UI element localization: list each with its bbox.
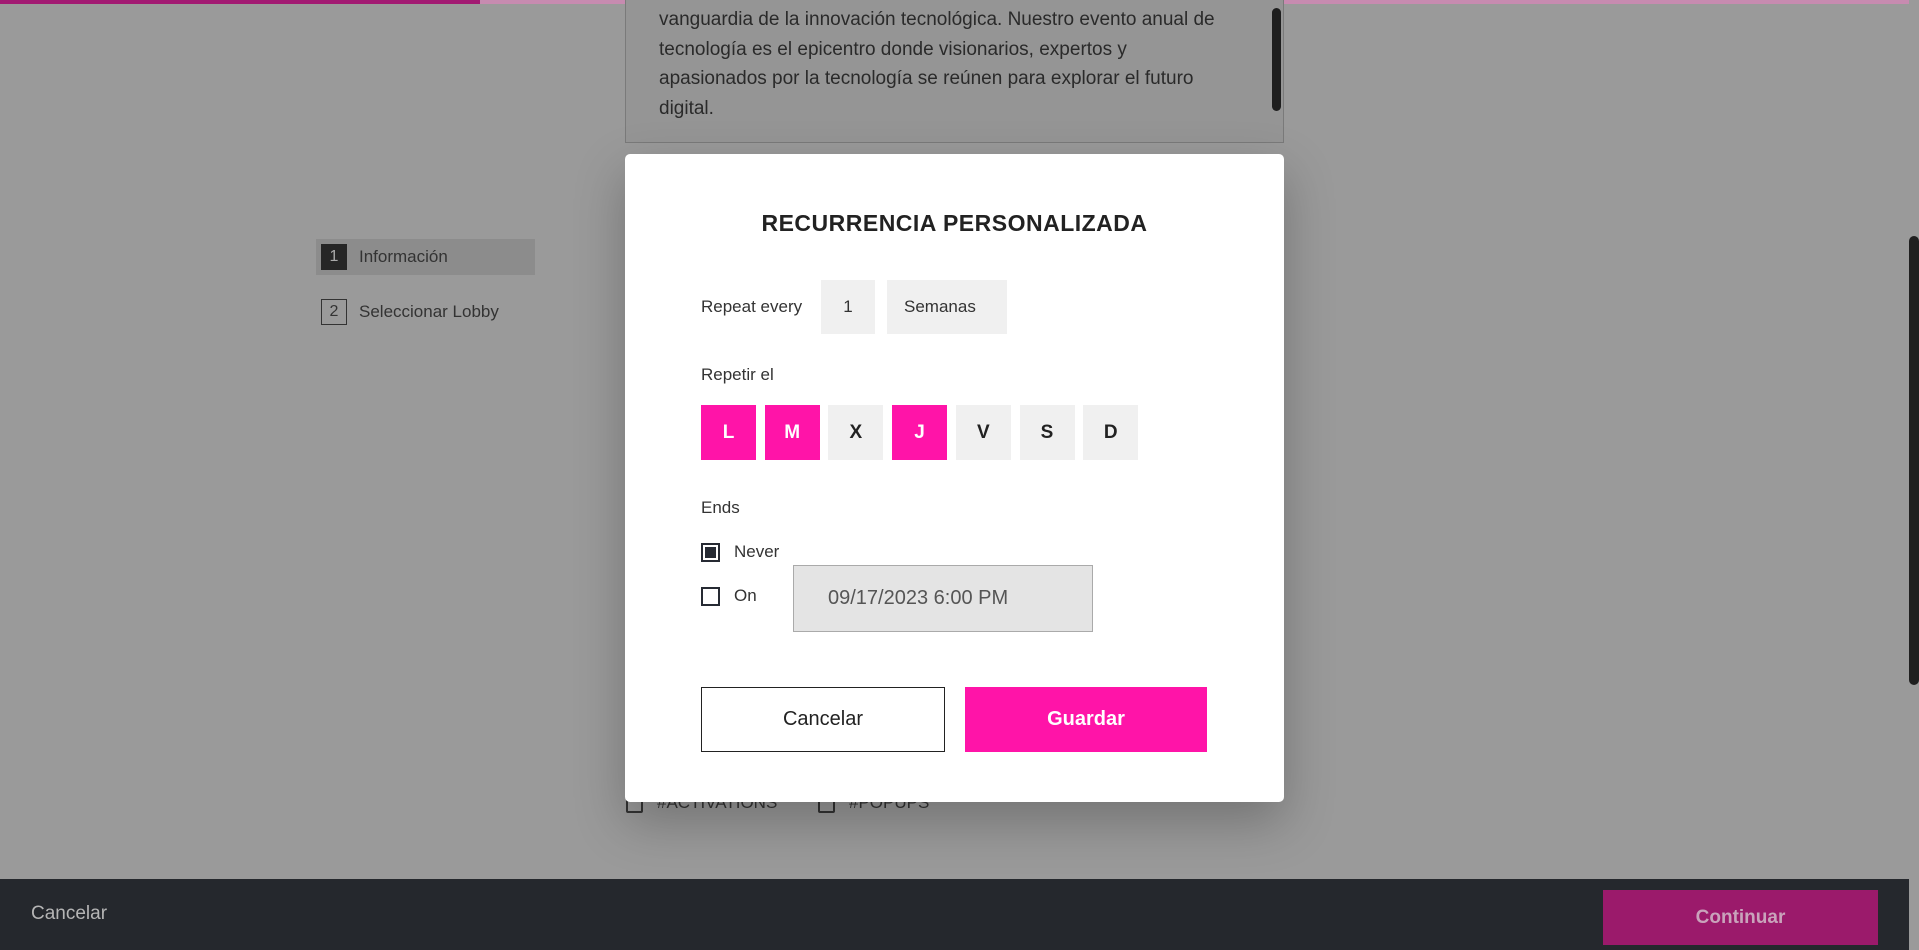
scrollbar-thumb[interactable]: [1909, 236, 1919, 685]
on-label: On: [734, 586, 757, 605]
day-button-j[interactable]: J: [892, 405, 948, 460]
step-seleccionar-lobby[interactable]: 2 Seleccionar Lobby: [316, 294, 535, 330]
step-number: 1: [321, 244, 347, 270]
repeat-on-label: Repetir el: [701, 365, 774, 384]
day-button-l[interactable]: L: [701, 405, 756, 460]
continue-button[interactable]: Continuar: [1603, 890, 1878, 945]
step-label: Información: [359, 247, 448, 266]
save-button[interactable]: Guardar: [965, 687, 1207, 752]
footer-bar: Cancelar Continuar: [0, 879, 1909, 950]
step-informacion[interactable]: 1 Información: [316, 239, 535, 275]
custom-recurrence-modal: RECURRENCIA PERSONALIZADA Repeat every 1…: [625, 154, 1284, 802]
step-label: Seleccionar Lobby: [359, 302, 499, 321]
description-textarea[interactable]: vanguardia de la innovación tecnológica.…: [625, 0, 1284, 143]
day-button-d[interactable]: D: [1083, 405, 1139, 460]
modal-title: RECURRENCIA PERSONALIZADA: [761, 210, 1148, 236]
cancel-button[interactable]: Cancelar: [701, 687, 945, 752]
end-date-input[interactable]: 09/17/2023 6:00 PM: [793, 565, 1093, 632]
repeat-unit-select[interactable]: Semanas: [887, 280, 1007, 334]
description-text: vanguardia de la innovación tecnológica.…: [659, 9, 1215, 119]
repeat-every-label: Repeat every: [701, 297, 803, 316]
day-button-m[interactable]: M: [764, 405, 820, 460]
day-button-v[interactable]: V: [955, 405, 1011, 460]
never-checkbox[interactable]: [701, 543, 720, 562]
never-label: Never: [734, 542, 780, 561]
day-button-x[interactable]: X: [828, 405, 884, 460]
repeat-interval-input[interactable]: 1: [821, 280, 875, 334]
ends-label: Ends: [701, 498, 740, 517]
on-checkbox[interactable]: [701, 587, 720, 606]
progress-fill: [0, 0, 480, 4]
step-number: 2: [321, 299, 347, 325]
day-button-s[interactable]: S: [1019, 405, 1075, 460]
textarea-scrollbar[interactable]: [1272, 8, 1281, 111]
footer-cancel-link[interactable]: Cancelar: [31, 903, 107, 925]
page-scrollbar[interactable]: [1909, 0, 1919, 879]
